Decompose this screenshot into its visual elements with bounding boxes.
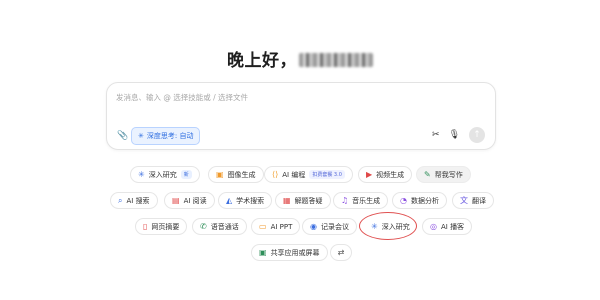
- chip-ai-ppt[interactable]: ▭ AI PPT: [251, 218, 301, 235]
- send-button[interactable]: ↑: [469, 127, 485, 143]
- chip-voice-call[interactable]: ✆ 语音通话: [192, 218, 247, 235]
- chip-label: 语音通话: [210, 222, 239, 231]
- slides-icon: ▭: [259, 221, 267, 231]
- new-badge: 新: [180, 170, 192, 179]
- chip-label: 视频生成: [376, 170, 405, 179]
- deep-think-toggle[interactable]: ✳ 深度思考: 自动: [131, 127, 201, 145]
- chip-academic[interactable]: ◭ 学术搜索: [218, 192, 273, 209]
- podcast-icon: ◎: [430, 221, 437, 231]
- greeting-text: 晚上好，: [227, 51, 297, 71]
- image-icon: ▣: [216, 169, 224, 179]
- code-icon: ⟨⟩: [272, 169, 279, 179]
- document-icon: ▯: [143, 221, 148, 231]
- blurred-username: [299, 53, 373, 67]
- settings-button[interactable]: ⇄: [330, 244, 352, 261]
- scissors-icon[interactable]: ✂: [432, 130, 440, 140]
- chip-label: AI 搜索: [126, 196, 150, 205]
- chip-label: AI 编程: [282, 170, 306, 179]
- chip-label: 翻译: [472, 196, 486, 205]
- chip-label: 帮我写作: [434, 170, 463, 179]
- plan-badge: 扣费套餐 3.0: [309, 170, 345, 179]
- chip-share-screen[interactable]: ▣ 共享应用或屏幕: [251, 244, 328, 261]
- chip-video-gen[interactable]: ▶ 视频生成: [358, 166, 413, 183]
- chip-label: 解题答疑: [294, 196, 323, 205]
- chip-label: 网页摘要: [151, 222, 180, 231]
- input-tools: ✂ 🎙 ↑: [432, 127, 485, 143]
- chip-podcast[interactable]: ◎ AI 播客: [422, 218, 473, 235]
- message-input-card[interactable]: 发消息、输入 @ 选择技能或 / 选择文件 📎 ✳ 深度思考: 自动 ✂ 🎙 ↑: [106, 82, 496, 150]
- chip-ai-edit[interactable]: ⟨⟩ AI 编程 扣费套餐 3.0: [264, 166, 353, 183]
- sliders-icon: ⇄: [337, 247, 345, 257]
- chip-label: AI 阅读: [183, 196, 207, 205]
- highlight-circle: [359, 212, 417, 240]
- record-icon: ◉: [310, 221, 317, 231]
- chip-label: 记录会议: [320, 222, 349, 231]
- chip-ai-read[interactable]: ▤ AI 阅读: [164, 192, 215, 209]
- chip-ai-search[interactable]: ⌕ AI 搜索: [110, 192, 158, 209]
- chip-webpage[interactable]: ▯ 网页摘要: [135, 218, 188, 235]
- video-icon: ▶: [366, 169, 373, 179]
- chip-help-write[interactable]: ✎ 帮我写作: [416, 166, 471, 183]
- screen-share-icon: ▣: [259, 247, 267, 257]
- chip-label: 图像生成: [227, 170, 256, 179]
- chip-label: 数据分析: [410, 196, 439, 205]
- paperclip-icon[interactable]: 📎: [117, 131, 128, 141]
- translate-icon: 文: [460, 195, 468, 205]
- chip-data[interactable]: ◔ 数据分析: [392, 192, 447, 209]
- deep-think-label: 深度思考: 自动: [146, 132, 194, 140]
- message-input[interactable]: 发消息、输入 @ 选择技能或 / 选择文件: [116, 92, 248, 103]
- phone-icon: ✆: [200, 221, 207, 231]
- chart-icon: ◔: [400, 195, 407, 205]
- microphone-icon[interactable]: 🎙: [449, 130, 460, 140]
- research-icon: ✳: [138, 169, 145, 179]
- graduation-icon: ◭: [226, 195, 233, 205]
- chip-label: 学术搜索: [236, 196, 265, 205]
- chip-image-gen[interactable]: ▣ 图像生成: [208, 166, 264, 183]
- calculator-icon: ▦: [283, 195, 291, 205]
- chip-meeting[interactable]: ◉ 记录会议: [302, 218, 357, 235]
- chip-label: 共享应用或屏幕: [270, 248, 320, 257]
- chip-translate[interactable]: 文 翻译: [452, 192, 494, 209]
- arrow-up-icon: ↑: [473, 130, 481, 140]
- music-icon: ♫: [341, 195, 349, 205]
- atom-icon: ✳: [138, 132, 144, 140]
- chip-label: AI PPT: [270, 222, 293, 231]
- chip-music[interactable]: ♫ 音乐生成: [333, 192, 389, 209]
- search-icon: ⌕: [118, 195, 123, 205]
- chip-label: AI 播客: [440, 222, 465, 231]
- chip-deep-research[interactable]: ✳ 深入研究 新: [130, 166, 200, 183]
- chip-label: 深入研究: [148, 170, 177, 179]
- pen-icon: ✎: [424, 169, 431, 179]
- greeting-title: 晚上好，: [0, 46, 600, 71]
- book-icon: ▤: [172, 195, 180, 205]
- chip-label: 音乐生成: [352, 196, 381, 205]
- chip-solve[interactable]: ▦ 解题答疑: [275, 192, 331, 209]
